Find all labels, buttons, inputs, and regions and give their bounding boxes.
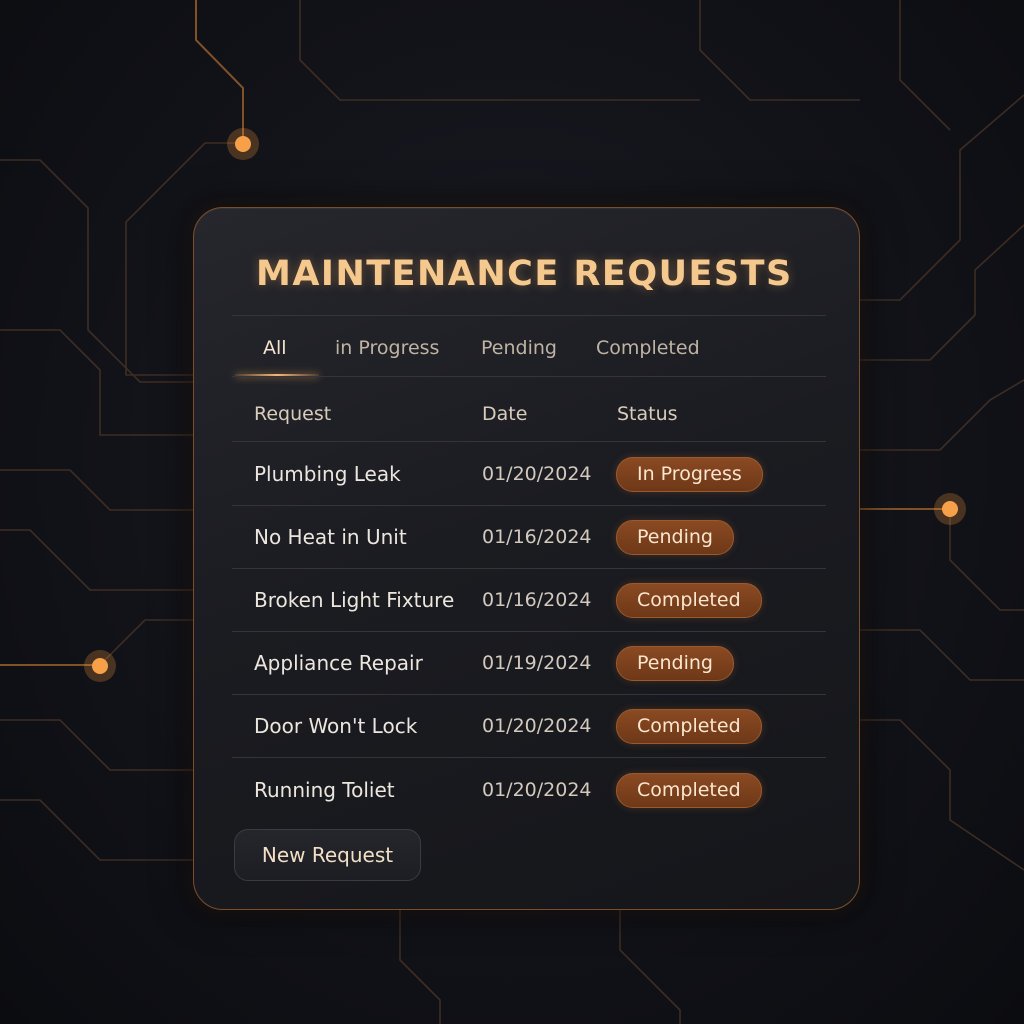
status-badge: Pending — [616, 520, 734, 555]
table-row[interactable]: Plumbing Leak 01/20/2024 In Progress — [232, 442, 826, 505]
filter-tabs: All in Progress Pending Completed — [232, 316, 826, 377]
panel-title: MAINTENANCE REQUESTS — [256, 254, 793, 294]
table-row[interactable]: Door Won't Lock 01/20/2024 Completed — [232, 694, 826, 757]
table-row[interactable]: Appliance Repair 01/19/2024 Pending — [232, 631, 826, 694]
request-name: Running Toliet — [254, 778, 395, 802]
status-badge: Completed — [616, 709, 762, 744]
request-name: Appliance Repair — [254, 651, 423, 675]
status-badge: Completed — [616, 583, 762, 618]
column-header-date: Date — [482, 403, 528, 425]
tab-pending[interactable]: Pending — [481, 316, 557, 376]
request-name: No Heat in Unit — [254, 525, 407, 549]
request-date: 01/19/2024 — [482, 652, 592, 674]
tab-in-progress[interactable]: in Progress — [335, 316, 439, 376]
app-background: MAINTENANCE REQUESTS All in Progress Pen… — [0, 0, 1024, 1024]
request-date: 01/20/2024 — [482, 463, 592, 485]
table-row[interactable]: No Heat in Unit 01/16/2024 Pending — [232, 505, 826, 568]
new-request-button[interactable]: New Request — [234, 829, 421, 881]
tab-all[interactable]: All — [263, 316, 287, 376]
tabs-divider — [232, 376, 826, 377]
tab-completed[interactable]: Completed — [596, 316, 700, 376]
status-badge: Completed — [616, 773, 762, 808]
status-badge: In Progress — [616, 457, 763, 492]
request-date: 01/20/2024 — [482, 779, 592, 801]
request-date: 01/16/2024 — [482, 589, 592, 611]
request-name: Broken Light Fixture — [254, 588, 455, 612]
request-date: 01/16/2024 — [482, 526, 592, 548]
maintenance-requests-panel: MAINTENANCE REQUESTS All in Progress Pen… — [193, 207, 860, 910]
request-name: Plumbing Leak — [254, 462, 401, 486]
table-row[interactable]: Broken Light Fixture 01/16/2024 Complete… — [232, 568, 826, 631]
table-row[interactable]: Running Toliet 01/20/2024 Completed — [232, 758, 826, 821]
status-badge: Pending — [616, 646, 734, 681]
request-date: 01/20/2024 — [482, 715, 592, 737]
column-header-status: Status — [617, 403, 678, 425]
column-header-request: Request — [254, 403, 332, 425]
request-name: Door Won't Lock — [254, 714, 418, 738]
